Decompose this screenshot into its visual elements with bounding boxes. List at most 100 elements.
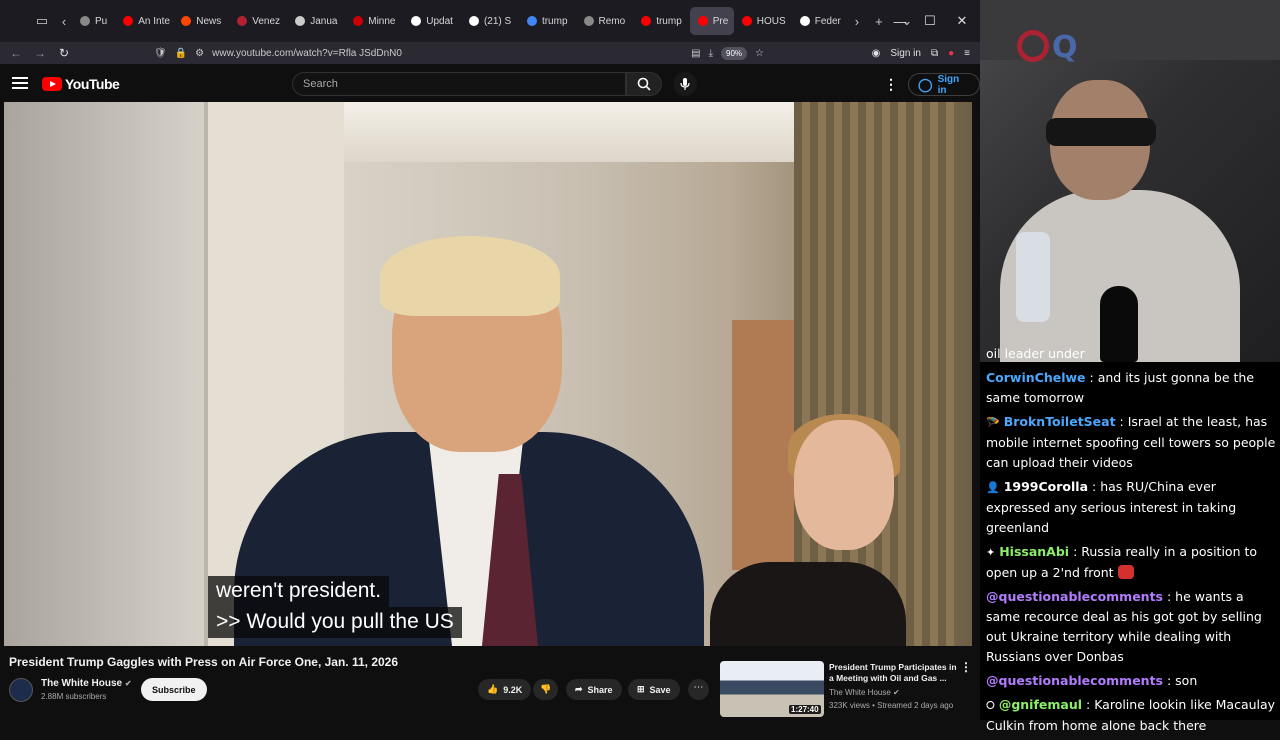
chat-message: ⭘@gnifemaul : Karoline lookin like Macau… xyxy=(986,695,1278,736)
chat-username[interactable]: CorwinChelwe xyxy=(986,370,1086,385)
youtube-sign-in-button[interactable]: ◯ Sign in xyxy=(908,73,980,96)
tab-favicon-icon xyxy=(742,16,752,26)
voice-search-button[interactable] xyxy=(673,72,697,96)
settings-menu-icon[interactable]: ⋮ xyxy=(884,76,898,93)
tab-favicon-icon xyxy=(411,16,421,26)
toolbar-right: ◉ Sign in ⧉ ● ≡ xyxy=(872,42,970,64)
browser-tab[interactable]: (21) S xyxy=(461,7,519,35)
browser-tab[interactable]: Pu xyxy=(72,7,115,35)
tabs-container: Pu An InteNewsVenez Janua Minne Updat (21) S t… xyxy=(72,7,849,35)
tab-label: An Inte xyxy=(138,16,170,27)
permissions-icon[interactable]: ⚙ xyxy=(195,48,204,59)
search-icon xyxy=(637,77,651,91)
chat-separator: : xyxy=(1088,479,1100,494)
tab-label: Janua xyxy=(310,16,337,27)
browser-tab[interactable]: trump xyxy=(519,7,576,35)
save-button[interactable]: ⊞ Save xyxy=(628,679,680,700)
back-icon[interactable]: ← xyxy=(4,42,28,64)
zoom-level[interactable]: 90% xyxy=(721,47,747,60)
chat-username[interactable]: BroknToiletSeat xyxy=(1004,414,1116,429)
chat-username[interactable]: @gnifemaul xyxy=(999,697,1082,712)
channel-avatar[interactable] xyxy=(9,678,33,702)
browser-window: ▭ ‹ Pu An InteNewsVenez Janua Minne Updat (21… xyxy=(0,0,980,720)
youtube-logo[interactable]: YouTube xyxy=(42,76,119,92)
shield-icon[interactable]: 🛡 xyxy=(154,48,167,59)
maximize-icon[interactable]: ☐ xyxy=(914,0,946,42)
video-frame-ceiling xyxy=(344,102,804,162)
tab-label: trump xyxy=(656,16,682,27)
chat-username[interactable]: HissanAbi xyxy=(999,544,1069,559)
browser-tab[interactable]: trump xyxy=(633,7,690,35)
browser-tab[interactable]: Feder xyxy=(792,7,849,35)
minimize-icon[interactable]: — xyxy=(884,0,916,42)
tab-label: HOUS xyxy=(757,16,786,27)
share-icon: ➦ xyxy=(575,684,583,695)
tab-label: Updat xyxy=(426,16,453,27)
addon-icon[interactable]: ● xyxy=(948,48,954,59)
chat-username[interactable]: @questionablecomments xyxy=(986,589,1163,604)
url-bar[interactable]: 🛡 🔒 ⚙ www.youtube.com/watch?v=Rfla JSdDn… xyxy=(154,42,764,64)
chat-username[interactable]: @questionablecomments xyxy=(986,673,1163,688)
save-page-icon[interactable]: ⤓ xyxy=(709,48,713,59)
browser-tab[interactable]: Minne xyxy=(345,7,403,35)
more-actions-icon[interactable]: ⋯ xyxy=(688,679,709,700)
chat-badge-icon: 🪂 xyxy=(986,416,1000,429)
tab-strip: ▭ ‹ Pu An InteNewsVenez Janua Minne Updat (21… xyxy=(0,0,980,42)
chat-separator: : xyxy=(1116,414,1128,429)
tab-favicon-icon xyxy=(584,16,594,26)
extensions-icon[interactable]: ⧉ xyxy=(931,48,938,59)
browser-sign-in[interactable]: Sign in xyxy=(890,48,921,59)
recommended-channel[interactable]: The White House ✔ xyxy=(829,688,900,697)
dislike-button[interactable]: 👎 xyxy=(533,679,558,700)
url-text[interactable]: www.youtube.com/watch?v=Rfla JSdDnN0 xyxy=(212,48,683,59)
video-player[interactable]: weren't president. >> Would you pull the… xyxy=(4,102,972,646)
reader-view-icon[interactable]: ▤ xyxy=(691,48,700,59)
chat-badge-icon: ⭘ xyxy=(986,699,995,712)
chat-username[interactable]: 1999Corolla xyxy=(1004,479,1088,494)
forward-icon[interactable]: → xyxy=(28,42,52,64)
browser-tab[interactable]: HOUS xyxy=(734,7,792,35)
browser-tab[interactable]: Janua xyxy=(287,7,345,35)
share-button[interactable]: ➦ Share xyxy=(566,679,622,700)
chat-message: ✦HissanAbi : Russia really in a position… xyxy=(986,542,1278,583)
user-circle-icon: ◯ xyxy=(918,77,933,93)
tab-favicon-icon xyxy=(800,16,810,26)
browser-tab[interactable]: Pre✕ xyxy=(690,7,734,35)
thumbs-down-icon: 👎 xyxy=(540,684,551,695)
tab-favicon-icon xyxy=(527,16,537,26)
hamburger-menu-icon[interactable] xyxy=(10,74,30,94)
tab-favicon-icon xyxy=(237,16,247,26)
lock-icon[interactable]: 🔒 xyxy=(175,48,187,59)
video-frame-woman-head xyxy=(794,420,894,550)
browser-tab[interactable]: Venez xyxy=(229,7,287,35)
account-icon[interactable]: ◉ xyxy=(872,48,881,59)
close-window-icon[interactable]: ✕ xyxy=(946,0,978,42)
search-input[interactable]: Search xyxy=(292,72,626,96)
tab-favicon-icon xyxy=(80,16,90,26)
scroll-tabs-left-icon[interactable]: ‹ xyxy=(56,7,72,35)
reload-icon[interactable]: ↻ xyxy=(52,42,76,64)
app-menu-icon[interactable]: ≡ xyxy=(964,48,970,59)
recommended-menu-icon[interactable]: ⋮ xyxy=(960,660,972,674)
scroll-tabs-right-icon[interactable]: › xyxy=(849,7,865,35)
tab-favicon-icon xyxy=(353,16,363,26)
chat-separator: : xyxy=(1086,370,1098,385)
browser-tab[interactable]: Updat xyxy=(403,7,461,35)
recommended-title[interactable]: President Trump Participates in a Meetin… xyxy=(829,662,959,684)
browser-tab[interactable]: Remo xyxy=(576,7,634,35)
chat-text: son xyxy=(1175,673,1197,688)
tab-label: (21) S xyxy=(484,16,511,27)
caption-line-2: >> Would you pull the US xyxy=(208,607,462,638)
chat-separator: : xyxy=(1082,697,1094,712)
webcam-goggles xyxy=(1046,118,1156,146)
navigation-bar: ← → ↻ 🛡 🔒 ⚙ www.youtube.com/watch?v=Rfla… xyxy=(0,42,980,64)
tab-favicon-icon xyxy=(698,16,708,26)
tab-overview-icon[interactable]: ▭ xyxy=(28,7,56,35)
bookmark-star-icon[interactable]: ☆ xyxy=(755,48,764,59)
subscribe-button[interactable]: Subscribe xyxy=(141,678,207,701)
browser-tab[interactable]: News xyxy=(173,7,229,35)
channel-name[interactable]: The White House ✔ xyxy=(41,678,132,689)
search-button[interactable] xyxy=(626,72,662,96)
browser-tab[interactable]: An Inte xyxy=(115,7,173,35)
like-button[interactable]: 👍 9.2K xyxy=(478,679,531,700)
